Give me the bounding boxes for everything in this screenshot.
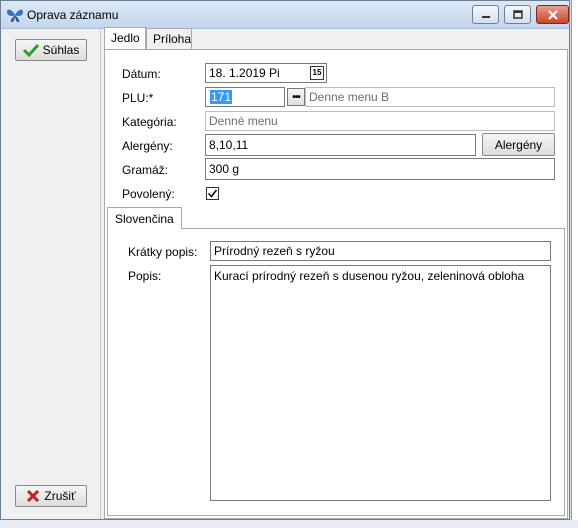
agree-button-label: Súhlas: [42, 43, 80, 57]
tab-jedlo[interactable]: Jedlo: [104, 27, 146, 49]
category-label: Kategória:: [122, 115, 177, 129]
plu-name: Denne menu B: [309, 90, 390, 104]
category-field: Denné menu: [205, 111, 555, 131]
checkmark-icon: [22, 43, 39, 57]
cancel-button[interactable]: Zrušiť: [15, 485, 87, 507]
date-label: Dátum:: [122, 67, 161, 81]
category-value: Denné menu: [209, 114, 278, 128]
short-desc-value: Prírodný rezeň s ryžou: [214, 244, 335, 258]
plu-name-field: Denne menu B: [305, 87, 555, 107]
cancel-button-label: Zrušiť: [44, 489, 76, 503]
left-button-panel: Súhlas Zrušiť: [1, 29, 101, 519]
maximize-button[interactable]: [504, 5, 531, 24]
status-bar: [0, 520, 578, 528]
allergens-field[interactable]: 8,10,11: [205, 134, 476, 156]
background-window-strip: [571, 0, 578, 520]
app-butterfly-icon: [7, 9, 23, 22]
slovencina-tab-panel: Krátky popis: Prírodný rezeň s ryžou Pop…: [107, 228, 565, 516]
short-desc-label: Krátky popis:: [128, 245, 198, 259]
tab-slovencina[interactable]: Slovenčina: [107, 207, 182, 229]
short-desc-field[interactable]: Prírodný rezeň s ryžou: [210, 241, 551, 261]
plu-value: 171: [210, 90, 233, 104]
calendar-icon[interactable]: 15: [310, 66, 324, 80]
title-bar[interactable]: Oprava záznamu: [1, 1, 569, 29]
close-icon: [547, 9, 558, 20]
desc-value: Kurací prírodný rezeň s dusenou ryžou, z…: [214, 269, 525, 283]
plu-field[interactable]: 171: [205, 87, 285, 107]
tab-priloha[interactable]: Príloha: [146, 28, 192, 49]
jedlo-tab-panel: Dátum: 18. 1.2019 Pi 15 PLU:* 171 ••• De…: [104, 49, 568, 519]
allergens-label: Alergény:: [122, 139, 173, 153]
weight-label: Gramáž:: [122, 163, 169, 177]
ellipsis-icon: •••: [292, 91, 300, 103]
date-field[interactable]: 18. 1.2019 Pi 15: [205, 63, 327, 83]
weight-value: 300 g: [209, 162, 240, 176]
date-value: 18. 1.2019 Pi: [209, 66, 280, 80]
enabled-checkbox[interactable]: [206, 187, 219, 200]
edit-record-window: Oprava záznamu Súhlas Zrušiť Jedlo Prílo…: [0, 0, 570, 520]
plu-label: PLU:*: [122, 91, 154, 105]
window-title: Oprava záznamu: [27, 8, 119, 22]
minimize-button[interactable]: [472, 5, 499, 24]
weight-field[interactable]: 300 g: [205, 158, 555, 180]
allergens-button[interactable]: Alergény: [482, 133, 555, 156]
desc-label: Popis:: [128, 269, 162, 283]
plu-lookup-button[interactable]: •••: [287, 88, 305, 106]
allergens-value: 8,10,11: [209, 138, 249, 152]
agree-button[interactable]: Súhlas: [15, 39, 87, 61]
enabled-label: Povolený:: [122, 187, 175, 201]
desc-textarea[interactable]: Kurací prírodný rezeň s dusenou ryžou, z…: [210, 265, 551, 501]
checkbox-check-icon: [207, 189, 218, 198]
close-button[interactable]: [536, 5, 569, 24]
minimize-icon: [481, 15, 490, 18]
cross-icon: [27, 489, 40, 503]
maximize-icon: [512, 10, 523, 19]
